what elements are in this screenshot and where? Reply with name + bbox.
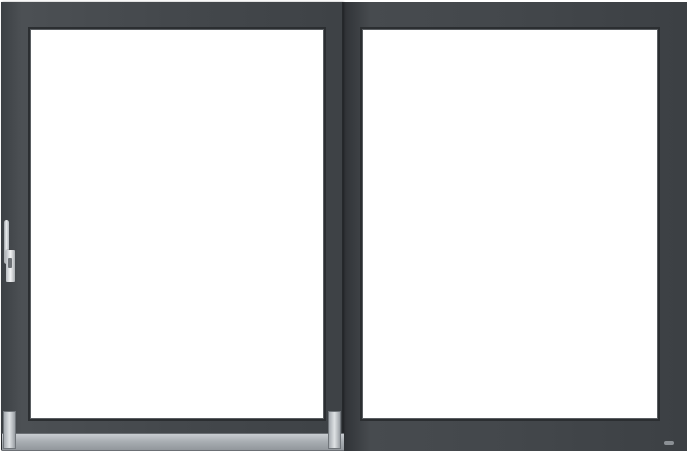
- sliding-door-scene: [0, 0, 687, 452]
- meeting-stile: [336, 2, 344, 434]
- handle-lock-slot: [8, 258, 12, 268]
- left-glass-pane: [28, 27, 326, 421]
- right-glass-pane: [360, 27, 660, 421]
- track-end-cap-right: [328, 411, 341, 449]
- drain-slot-icon: [664, 441, 674, 445]
- door-handle: [2, 220, 15, 282]
- bottom-track: [2, 433, 344, 451]
- track-end-cap-left: [3, 411, 16, 449]
